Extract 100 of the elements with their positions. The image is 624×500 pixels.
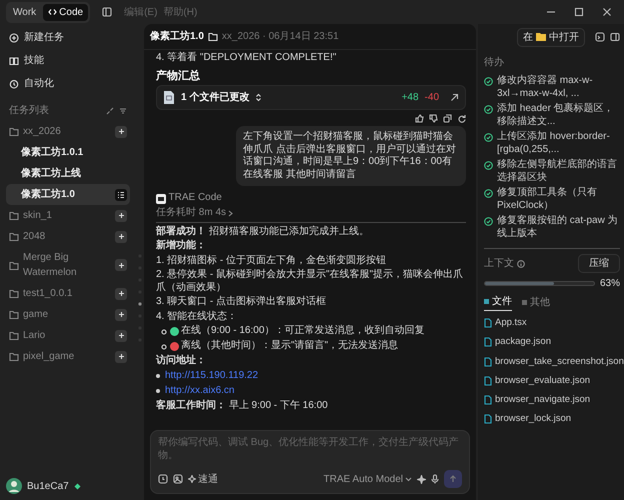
folder-icon	[9, 331, 19, 340]
add-button[interactable]	[115, 308, 127, 320]
todo-text: 修改内容容器 max-w-3xl→max-w-4xl, ...	[497, 75, 594, 100]
section-title: 任务列表	[9, 104, 49, 118]
message-action[interactable]	[429, 114, 438, 124]
project-item[interactable]: test1_0.0.1	[6, 283, 130, 304]
todo-title: 待办	[484, 56, 505, 70]
skill-button[interactable]: 速通	[188, 472, 218, 486]
user-name: Bu1eCa7	[27, 480, 69, 494]
add-button[interactable]	[115, 330, 127, 342]
plus-icon	[118, 233, 124, 240]
feature-item: 4. 智能在线状态：	[156, 310, 238, 324]
project-item[interactable]: xx_2026	[6, 121, 130, 142]
open-button[interactable]	[450, 93, 459, 102]
message-action[interactable]	[457, 114, 466, 124]
file-icon	[163, 90, 175, 106]
project-item[interactable]: Lario	[6, 325, 130, 346]
file-item[interactable]: browser_evaluate.json	[484, 374, 590, 388]
file-item[interactable]: browser_navigate.json	[484, 393, 590, 408]
file-icon	[484, 414, 492, 424]
sparkle-button[interactable]	[417, 474, 426, 484]
status-text: 在线（9:00 - 16:00）：可正常发送消息，收到自动回复	[181, 325, 424, 338]
arrow-icon	[450, 93, 459, 102]
file-icon	[484, 356, 492, 367]
bullet-icon	[156, 374, 160, 378]
terminal-button[interactable]	[595, 32, 605, 42]
mode-tab[interactable]: Work	[8, 4, 42, 20]
refresh-icon	[457, 114, 466, 124]
panel-button[interactable]	[610, 32, 620, 42]
task-item[interactable]: 像素工坊1.0.1	[6, 142, 130, 163]
task-item[interactable]: 像素工坊上线	[6, 163, 130, 184]
status-icon	[74, 482, 81, 490]
plus-icon	[118, 353, 124, 360]
file-icon	[484, 376, 492, 386]
plus-icon	[118, 311, 124, 318]
panel-icon	[102, 6, 112, 17]
project-item[interactable]: Merge Big Watermelon	[6, 247, 130, 283]
plus-icon	[118, 332, 124, 339]
project-item[interactable]: 2048	[6, 226, 130, 247]
file-item[interactable]: browser_lock.json	[484, 412, 572, 426]
file-icon	[484, 337, 492, 348]
sidebar-action[interactable]: 技能	[6, 49, 130, 72]
microphone-button[interactable]	[431, 474, 439, 484]
context-label: 上下文	[484, 256, 514, 271]
features-heading: 新增功能：	[156, 240, 207, 253]
model-selector[interactable]: TRAE Auto Model	[324, 472, 412, 486]
duration-toggle[interactable]: 任务耗时 8m 4s	[156, 207, 234, 220]
microphone-icon	[431, 474, 439, 484]
logo-icon	[156, 194, 166, 204]
folder-icon	[536, 33, 546, 41]
copy-icon	[443, 114, 452, 124]
close-icon	[602, 6, 612, 17]
message-action[interactable]	[443, 114, 452, 124]
add-button[interactable]	[115, 259, 127, 271]
composer-tool[interactable]	[173, 474, 183, 484]
add-button[interactable]	[115, 126, 127, 138]
chevron-right-icon	[228, 210, 234, 217]
sparkle-icon	[188, 475, 196, 483]
open-in-button[interactable]: 在 中打开	[517, 28, 585, 46]
square-icon	[484, 299, 489, 304]
project-item[interactable]: skin_1	[6, 205, 130, 226]
folder-icon	[9, 260, 19, 270]
filter-icon	[119, 106, 127, 114]
folder-icon	[9, 289, 19, 298]
composer-tool[interactable]	[158, 474, 168, 484]
project-item[interactable]: pixel_game	[6, 346, 130, 367]
message-action[interactable]	[415, 114, 424, 124]
list-button[interactable]	[115, 188, 127, 200]
link[interactable]: http://xx.aix6.cn	[165, 384, 234, 398]
plus-icon	[118, 290, 124, 297]
user-message: 左下角设置一个招财猫客服，鼠标碰到猫时猫会伸爪爪 点击后弹出客服窗口，用户可以通过在对话窗口沟通，时间是早上9：00到下午16：00有在线客服 其他时间请留言	[236, 126, 466, 186]
add-button[interactable]	[115, 210, 127, 222]
file-item[interactable]: App.tsx	[484, 316, 527, 330]
project-item[interactable]: game	[6, 304, 130, 325]
compress-button[interactable]: 压缩	[578, 254, 620, 273]
plus-circle-icon	[9, 32, 19, 42]
task-item[interactable]: 像素工坊1.0	[6, 184, 130, 205]
message-input[interactable]: 帮你编写代码、调试 Bug、优化性能等开发工作，交付生产级代码产物。 速通 TRAE Auto Model	[150, 430, 470, 494]
todo-text: 修复顶部工具条（只有 PixelClock）	[497, 187, 598, 212]
add-button[interactable]	[115, 288, 127, 300]
add-button[interactable]	[115, 350, 127, 362]
feature-item: 3. 聊天窗口 - 点击图标弹出客服对话框	[156, 296, 328, 309]
folder-icon	[208, 32, 218, 41]
sidebar-action[interactable]: 自动化	[6, 72, 130, 95]
todo-text: 修复客服按钮的 cat-paw 为线上版本	[497, 215, 619, 240]
panel-tab[interactable]: 其他	[522, 293, 550, 311]
feature-item: 1. 招财猫图标 - 位于页面左下角，金色渐变圆形按钮	[156, 254, 388, 268]
image-icon	[173, 474, 183, 484]
sidebar-action[interactable]: 新建任务	[6, 26, 130, 49]
link[interactable]: http://115.190.119.22	[165, 370, 258, 382]
mode-tab[interactable]: Code	[43, 4, 88, 20]
file-item[interactable]: package.json	[484, 335, 551, 350]
feature-item: 2. 悬停效果 - 鼠标碰到时会放大并显示"在线客服"提示，猫咪会伸出爪爪（动画效果）	[156, 269, 464, 294]
folder-icon	[9, 211, 19, 220]
add-button[interactable]	[115, 230, 127, 242]
panel-tab[interactable]: 文件	[484, 293, 512, 311]
folder-icon	[9, 127, 19, 136]
bullet-icon	[161, 344, 167, 350]
file-item[interactable]: browser_take_screenshot.json	[484, 354, 624, 369]
clock-icon	[9, 78, 19, 88]
